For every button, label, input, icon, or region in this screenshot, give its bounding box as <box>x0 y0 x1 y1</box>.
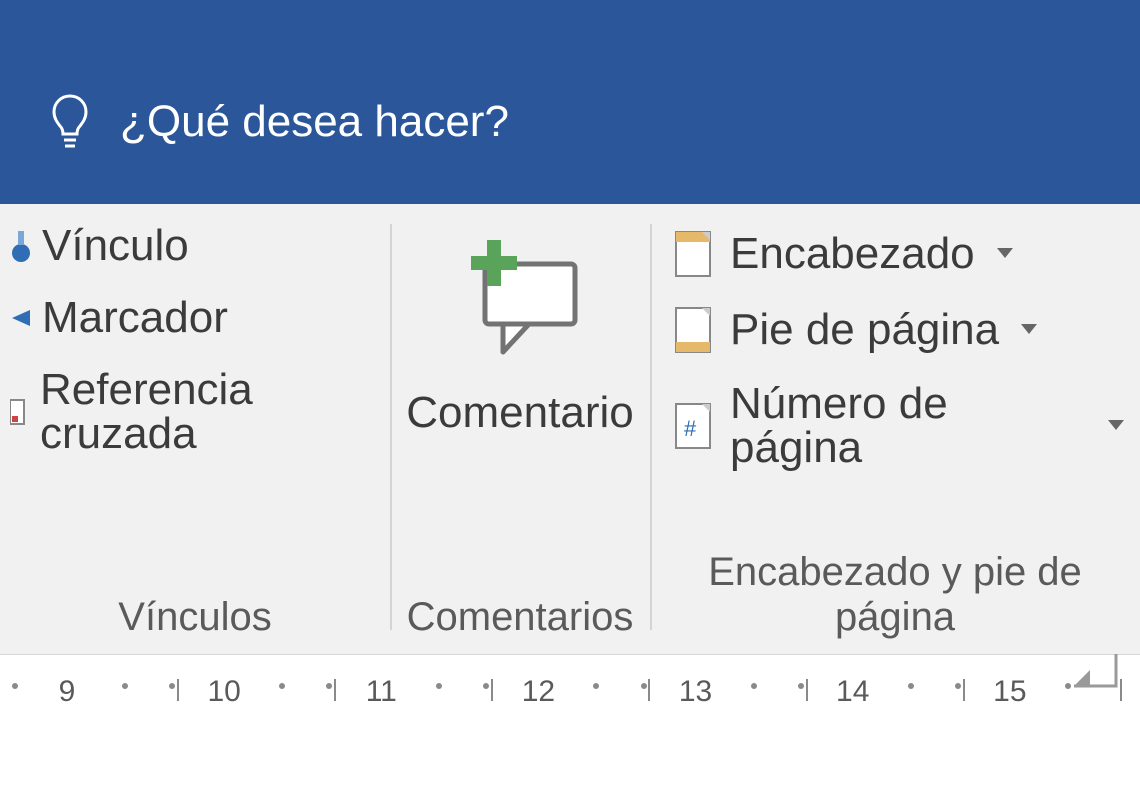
ruler-tick <box>648 679 650 701</box>
pie-de-pagina-button[interactable]: Pie de página <box>674 306 1124 354</box>
encabezado-button[interactable]: Encabezado <box>674 230 1124 278</box>
horizontal-ruler[interactable]: 9 10 11 12 13 14 15 <box>0 675 1140 735</box>
numero-de-pagina-label: Número de página <box>730 382 1086 470</box>
ruler-tick <box>963 679 965 701</box>
ruler-tick <box>334 679 336 701</box>
ruler-number: 10 <box>207 675 240 709</box>
marcador-label: Marcador <box>42 296 228 340</box>
document-area <box>0 735 1140 786</box>
page-corner-icon <box>1070 650 1120 690</box>
ruler-dot <box>169 683 175 689</box>
ruler-number: 15 <box>993 675 1026 709</box>
ruler-number: 13 <box>679 675 712 709</box>
ruler-dot <box>751 683 757 689</box>
ruler-dot <box>436 683 442 689</box>
header-icon <box>674 230 712 278</box>
lightbulb-icon <box>48 92 92 152</box>
ruler-dot <box>12 683 18 689</box>
pie-de-pagina-label: Pie de página <box>730 308 999 352</box>
group-label-vinculos: Vínculos <box>10 595 380 646</box>
hyperlink-icon <box>10 225 30 267</box>
ruler-dot <box>122 683 128 689</box>
ruler-tick <box>491 679 493 701</box>
ruler-dot <box>798 683 804 689</box>
cross-reference-icon <box>10 392 28 432</box>
group-label-encabezado-pie: Encabezado y pie de página <box>660 550 1130 646</box>
comentario-label: Comentario <box>406 388 633 437</box>
tell-me-search[interactable]: ¿Qué desea hacer? <box>48 92 509 152</box>
ruler-number: 9 <box>59 675 76 709</box>
page-number-icon: # <box>674 402 712 450</box>
bookmark-icon <box>10 298 30 338</box>
group-comentarios: Comentario Comentarios <box>390 204 650 654</box>
ruler-dot <box>483 683 489 689</box>
group-encabezado-pie: Encabezado Pie de página <box>650 204 1140 654</box>
ruler-dot <box>955 683 961 689</box>
ruler-dot <box>593 683 599 689</box>
group-vinculos: Vínculo Marcador Referencia cruzada Vínc… <box>0 204 390 654</box>
svg-text:#: # <box>684 416 697 441</box>
comentario-button[interactable]: Comentario <box>406 388 633 438</box>
group-label-comentarios: Comentarios <box>400 595 640 646</box>
ribbon: Vínculo Marcador Referencia cruzada Vínc… <box>0 204 1140 655</box>
ruler-tick <box>806 679 808 701</box>
ruler-number: 14 <box>836 675 869 709</box>
marcador-button[interactable]: Marcador <box>10 296 380 340</box>
encabezado-label: Encabezado <box>730 232 975 276</box>
ruler-dot <box>641 683 647 689</box>
ruler-tick <box>177 679 179 701</box>
ruler-dot <box>326 683 332 689</box>
dropdown-caret-icon <box>1108 420 1124 432</box>
referencia-cruzada-button[interactable]: Referencia cruzada <box>10 368 380 456</box>
ruler-dot <box>908 683 914 689</box>
new-comment-icon[interactable] <box>455 234 585 364</box>
ruler-dot <box>279 683 285 689</box>
numero-de-pagina-button[interactable]: # Número de página <box>674 382 1124 470</box>
dropdown-caret-icon <box>1021 324 1037 336</box>
footer-icon <box>674 306 712 354</box>
ruler-tick <box>1120 679 1122 701</box>
referencia-cruzada-label: Referencia cruzada <box>40 368 380 456</box>
vinculo-button[interactable]: Vínculo <box>10 224 380 268</box>
ruler-number: 11 <box>366 675 397 709</box>
ruler-number: 12 <box>522 675 555 709</box>
tell-me-label: ¿Qué desea hacer? <box>120 97 509 147</box>
vinculo-label: Vínculo <box>42 224 189 268</box>
ribbon-header: ¿Qué desea hacer? <box>0 0 1140 204</box>
dropdown-caret-icon <box>997 248 1013 260</box>
